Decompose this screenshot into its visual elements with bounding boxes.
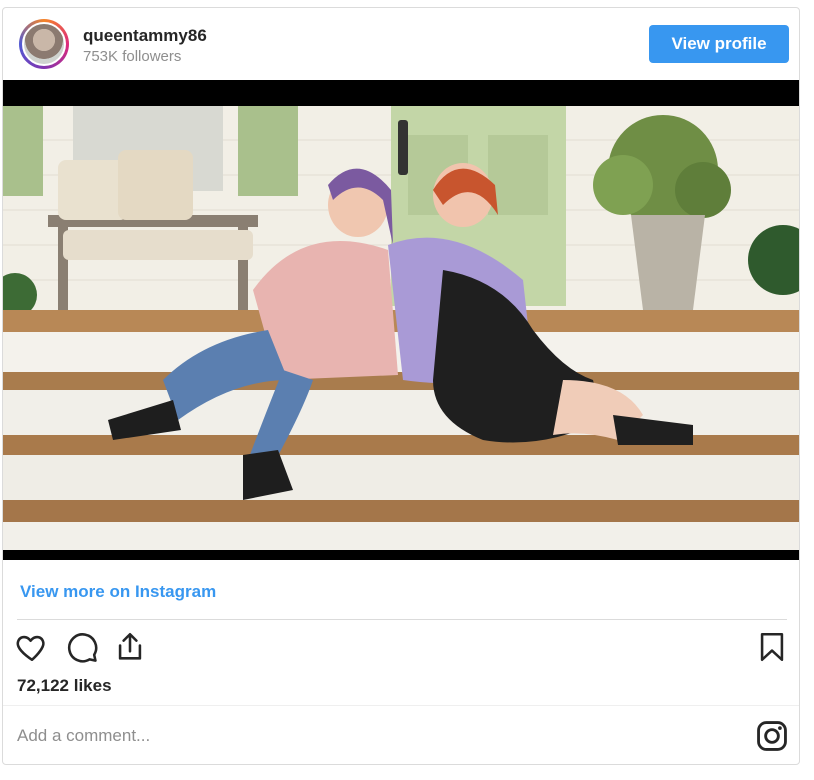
username[interactable]: queentammy86 — [83, 26, 207, 46]
post-header: queentammy86 753K followers View profile — [3, 8, 799, 80]
post-image[interactable] — [3, 80, 799, 560]
view-profile-button[interactable]: View profile — [649, 25, 789, 63]
add-comment-input[interactable]: Add a comment... — [17, 726, 150, 746]
post-actions — [3, 628, 799, 668]
avatar-image — [22, 22, 66, 66]
comment-icon[interactable] — [65, 630, 99, 664]
heart-icon[interactable] — [15, 630, 49, 664]
avatar[interactable] — [19, 19, 69, 69]
divider — [3, 705, 799, 706]
post-photo-illustration — [3, 80, 799, 560]
view-more-on-instagram-link[interactable]: View more on Instagram — [20, 582, 216, 602]
bookmark-icon[interactable] — [755, 630, 789, 664]
follower-count: 753K followers — [83, 48, 182, 65]
share-icon[interactable] — [113, 630, 147, 664]
like-count[interactable]: 72,122 likes — [17, 676, 112, 696]
divider — [17, 619, 787, 620]
instagram-embed-card: queentammy86 753K followers View profile — [2, 7, 800, 765]
instagram-icon[interactable] — [755, 719, 789, 753]
